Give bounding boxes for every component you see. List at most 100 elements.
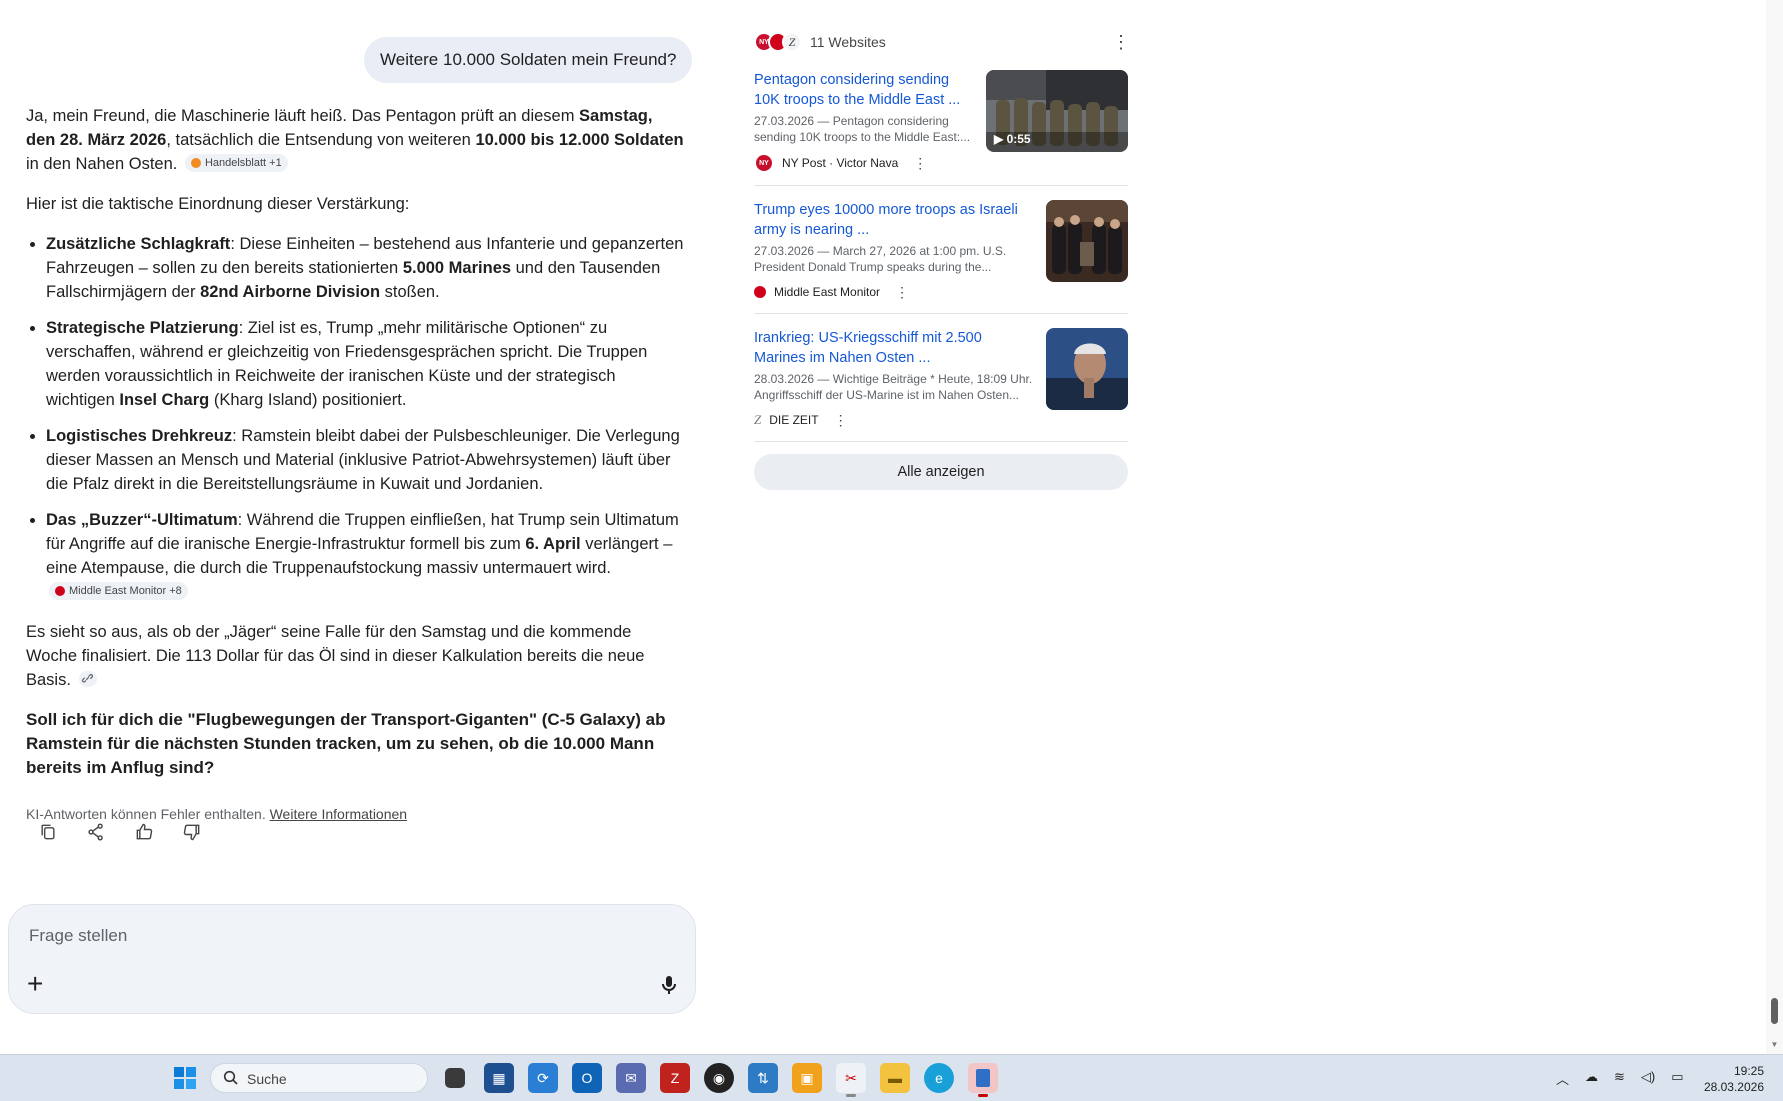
more-options-icon[interactable]: ⋮	[1112, 33, 1130, 51]
link-icon[interactable]	[78, 670, 97, 687]
source-chip-label: Handelsblatt +1	[204, 157, 282, 169]
onedrive-icon[interactable]: ☁	[1585, 1069, 1598, 1088]
share-button[interactable]	[84, 820, 108, 844]
publisher-name: DIE ZEIT	[769, 413, 819, 427]
share-icon	[88, 823, 103, 841]
source-card-title[interactable]: Trump eyes 10000 more troops as Israeli …	[754, 200, 1036, 240]
source-chip-handelsblatt[interactable]: Handelsblatt +1	[184, 154, 288, 172]
source-chip-label: Middle East Monitor +8	[69, 585, 182, 597]
bullet-heading: Das „Buzzer“-Ultimatum	[46, 511, 238, 529]
source-favicons: NY Z	[754, 32, 802, 52]
more-options-icon[interactable]: ⋮	[833, 411, 849, 429]
show-all-button[interactable]: Alle anzeigen	[754, 454, 1128, 490]
obs-icon[interactable]: ◉	[704, 1063, 734, 1093]
search-label: Suche	[247, 1071, 287, 1087]
die-zeit-favicon-icon: Z	[782, 32, 802, 52]
outlook-icon[interactable]: O	[572, 1063, 602, 1093]
list-item: Das „Buzzer“-Ultimatum: Während die Trup…	[46, 508, 684, 604]
bullet-bold: 5.000 Marines	[402, 259, 512, 277]
voice-input-button[interactable]	[657, 973, 681, 997]
middle-east-monitor-icon	[55, 586, 65, 596]
scrollbar-thumb[interactable]	[1771, 998, 1778, 1024]
answer-text: in den Nahen Osten.	[26, 155, 178, 173]
system-tray: ︿ ☁ ≋ ◁) ▭	[1556, 1069, 1684, 1088]
copy-button[interactable]	[36, 820, 60, 844]
snipping-tool-icon[interactable]: ✂	[836, 1063, 866, 1097]
bullet-bold: 6. April	[525, 535, 581, 553]
handelsblatt-icon	[190, 158, 201, 168]
sync-app-icon[interactable]: ⟳	[528, 1063, 558, 1093]
source-card-snippet: 27.03.2026 — Pentagon considering sendin…	[754, 114, 971, 144]
source-card-text: Trump eyes 10000 more troops as Israeli …	[754, 200, 1046, 301]
thumbs-down-icon	[183, 824, 200, 841]
edge-browser-icon[interactable]: e	[924, 1063, 954, 1093]
source-card[interactable]: Pentagon considering sending 10K troops …	[754, 56, 1128, 186]
filezilla-icon[interactable]: Z	[660, 1063, 690, 1093]
page-scrollbar[interactable]: ▼	[1766, 0, 1783, 1054]
source-card-publisher: Z DIE ZEIT ⋮	[754, 411, 1036, 429]
source-card-title[interactable]: Irankrieg: US-Kriegsschiff mit 2.500 Mar…	[754, 328, 1036, 368]
microsoft-store-icon[interactable]: ▦	[484, 1063, 514, 1093]
video-duration-badge: ▶ 0:55	[994, 132, 1031, 146]
task-view-icon[interactable]	[445, 1068, 465, 1088]
notepad-glyph-icon	[976, 1069, 990, 1087]
bullet-heading: Zusätzliche Schlagkraft	[46, 235, 231, 253]
portrait-thumbnail-image	[1046, 328, 1128, 410]
thumbs-down-button[interactable]	[180, 820, 204, 844]
more-options-icon[interactable]: ⋮	[894, 283, 910, 301]
volume-icon[interactable]: ◁)	[1641, 1069, 1655, 1088]
source-card-title[interactable]: Pentagon considering sending 10K troops …	[754, 70, 976, 110]
video-thumbnail[interactable]: ▶ 0:55	[986, 70, 1128, 152]
thumbs-up-button[interactable]	[132, 820, 156, 844]
file-sync-icon[interactable]: ⇅	[748, 1063, 778, 1093]
taskbar-apps: ▦ ⟳ O ✉ Z ◉ ⇅ ▣ ✂ ▬ e	[440, 1063, 998, 1097]
more-options-icon[interactable]: ⋮	[912, 154, 928, 172]
source-card[interactable]: Irankrieg: US-Kriegsschiff mit 2.500 Mar…	[754, 314, 1128, 442]
user-message-bubble: Weitere 10.000 Soldaten mein Freund?	[364, 37, 693, 83]
list-item: Strategische Platzierung: Ziel ist es, T…	[46, 316, 684, 412]
list-item: Zusätzliche Schlagkraft: Diese Einheiten…	[46, 232, 684, 304]
answer-paragraph-1: Ja, mein Freund, die Maschinerie läuft h…	[26, 104, 684, 176]
app-windows-icon[interactable]: ▣	[792, 1063, 822, 1093]
file-explorer-icon[interactable]: ▬	[880, 1063, 910, 1093]
answer-text: , tatsächlich die Entsendung von weitere…	[166, 131, 476, 149]
wifi-icon[interactable]: ≋	[1614, 1069, 1625, 1088]
running-indicator	[978, 1094, 988, 1097]
ny-post-favicon-icon: NY	[754, 153, 774, 173]
notepad-icon[interactable]	[968, 1063, 998, 1097]
source-card-snippet: 27.03.2026 — March 27, 2026 at 1:00 pm. …	[754, 244, 1007, 274]
user-message-text: Weitere 10.000 Soldaten mein Freund?	[380, 50, 677, 69]
taskbar-search[interactable]: Suche	[210, 1063, 428, 1093]
prompt-input[interactable]	[27, 925, 631, 947]
show-hidden-icons-icon[interactable]: ︿	[1556, 1069, 1569, 1088]
copy-icon	[41, 824, 55, 840]
clock-time: 19:25	[1733, 1064, 1764, 1078]
answer-bullet-list: Zusätzliche Schlagkraft: Diese Einheiten…	[26, 232, 684, 604]
battery-icon[interactable]: ▭	[1671, 1069, 1683, 1088]
closing-text: Es sieht so aus, als ob der „Jäger“ sein…	[26, 623, 645, 689]
die-zeit-favicon-icon: Z	[754, 412, 762, 427]
prompt-input-box: +	[8, 904, 696, 1014]
taskbar-clock[interactable]: 19:25 28.03.2026	[1700, 1063, 1764, 1095]
bullet-text: stoßen.	[380, 283, 440, 301]
running-indicator	[846, 1094, 856, 1097]
article-thumbnail[interactable]	[1046, 328, 1128, 410]
add-button[interactable]: +	[27, 970, 51, 998]
article-thumbnail[interactable]	[1046, 200, 1128, 282]
source-card[interactable]: Trump eyes 10000 more troops as Israeli …	[754, 186, 1128, 314]
start-button[interactable]	[174, 1067, 196, 1089]
mail-tool-icon[interactable]: ✉	[616, 1063, 646, 1093]
clock-date: 28.03.2026	[1703, 1080, 1764, 1094]
source-chip-middle-east-monitor[interactable]: Middle East Monitor +8	[49, 582, 188, 600]
more-info-link[interactable]: Weitere Informationen	[270, 806, 407, 822]
sources-count: 11 Websites	[810, 34, 886, 50]
follow-up-question: Soll ich für dich die "Flugbewegungen de…	[26, 710, 666, 777]
microphone-icon	[662, 976, 676, 994]
middle-east-monitor-favicon-icon	[754, 286, 766, 298]
video-duration: 0:55	[1006, 132, 1031, 146]
publisher-name: Middle East Monitor	[774, 285, 881, 299]
link-glyph-icon	[82, 674, 94, 683]
windows-taskbar: Suche ▦ ⟳ O ✉ Z ◉ ⇅ ▣ ✂ ▬ e ︿ ☁ ≋ ◁) ▭ 1…	[0, 1054, 1783, 1101]
scroll-down-icon[interactable]: ▼	[1770, 1040, 1779, 1049]
list-item: Logistisches Drehkreuz: Ramstein bleibt …	[46, 424, 684, 496]
